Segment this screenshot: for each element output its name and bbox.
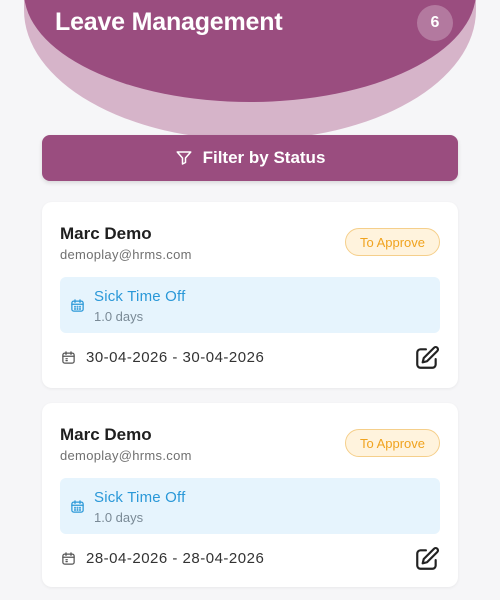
leave-card[interactable]: Marc Demo demoplay@hrms.com To Approve S… <box>42 403 458 587</box>
status-badge: To Approve <box>345 429 440 457</box>
employee-email: demoplay@hrms.com <box>60 247 192 262</box>
leave-duration: 1.0 days <box>94 309 144 324</box>
employee-name: Marc Demo <box>60 224 152 243</box>
leave-count-badge[interactable]: 6 <box>417 5 453 41</box>
leave-type-box: Sick Time Off 1.0 days <box>60 478 440 534</box>
edit-icon[interactable] <box>414 546 440 572</box>
employee-name: Marc Demo <box>60 425 152 444</box>
date-calendar-icon <box>62 351 75 364</box>
filter-label: Filter by Status <box>202 148 326 167</box>
filter-icon <box>176 151 192 165</box>
leave-date-range: 28-04-2026 - 28-04-2026 <box>86 550 265 567</box>
date-calendar-icon <box>62 552 75 565</box>
leave-card[interactable]: Marc Demo demoplay@hrms.com To Approve S… <box>42 202 458 388</box>
calendar-icon <box>71 299 84 312</box>
calendar-icon <box>71 500 84 513</box>
employee-email: demoplay@hrms.com <box>60 448 192 463</box>
page-title: Leave Management <box>55 8 283 36</box>
filter-by-status-button[interactable]: Filter by Status <box>42 135 458 181</box>
leave-type: Sick Time Off <box>94 288 186 305</box>
status-badge: To Approve <box>345 228 440 256</box>
app-screen: Leave Management 6 Filter by Status Marc… <box>0 0 500 600</box>
leave-duration: 1.0 days <box>94 510 144 525</box>
leave-type: Sick Time Off <box>94 489 186 506</box>
edit-icon[interactable] <box>414 345 440 371</box>
leave-type-box: Sick Time Off 1.0 days <box>60 277 440 333</box>
leave-date-range: 30-04-2026 - 30-04-2026 <box>86 349 265 366</box>
